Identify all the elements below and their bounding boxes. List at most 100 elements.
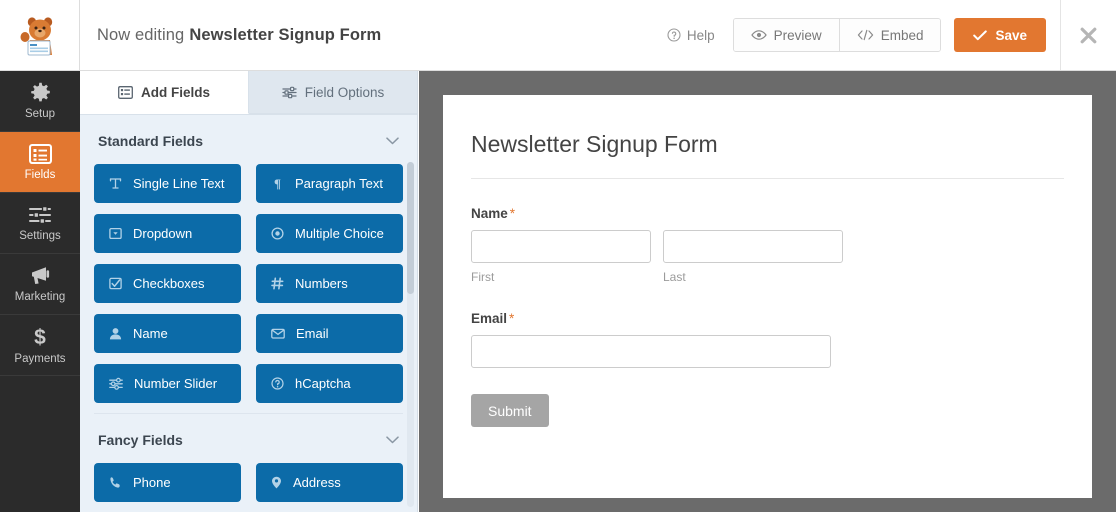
tab-field-options[interactable]: Field Options <box>249 71 417 114</box>
panel-scrollbar-thumb[interactable] <box>407 162 414 294</box>
code-icon <box>857 29 873 41</box>
field-button-checkboxes[interactable]: Checkboxes <box>94 264 241 303</box>
standard-fields-grid: Single Line Text ¶ Paragraph Text Dropdo… <box>94 164 403 403</box>
sidebar-item-payments[interactable]: $ Payments <box>0 315 80 376</box>
panel-tabs: Add Fields Field Options <box>80 71 417 115</box>
field-button-label: Checkboxes <box>133 276 205 291</box>
label-text: Email <box>471 311 508 326</box>
sidebar-item-label: Fields <box>24 168 56 181</box>
tab-label: Add Fields <box>140 84 210 100</box>
editing-prefix: Now editing <box>97 25 185 44</box>
preview-embed-group: Preview Embed <box>732 18 942 52</box>
form-field-email[interactable]: Email * <box>471 311 1064 368</box>
dollar-icon: $ <box>32 326 48 349</box>
list-icon <box>28 143 52 164</box>
hash-icon <box>271 277 284 290</box>
section-header-standard-fields[interactable]: Standard Fields <box>94 115 403 164</box>
field-button-label: Phone <box>133 475 171 490</box>
submit-button[interactable]: Submit <box>471 394 549 427</box>
field-button-email[interactable]: Email <box>256 314 403 353</box>
question-circle-icon <box>667 28 681 42</box>
field-button-label: Dropdown <box>133 226 193 241</box>
wpforms-builder: Now editing Newsletter Signup Form Help <box>0 0 1116 512</box>
question-circle-icon <box>271 377 284 390</box>
field-button-label: hCaptcha <box>295 376 351 391</box>
phone-icon <box>109 476 122 489</box>
gear-icon <box>30 82 51 103</box>
svg-text:$: $ <box>34 326 46 348</box>
required-indicator: * <box>509 206 516 221</box>
pilcrow-icon: ¶ <box>271 176 284 191</box>
sidebar-item-setup[interactable]: Setup <box>0 71 80 132</box>
chevron-down-icon <box>386 436 399 444</box>
field-button-dropdown[interactable]: Dropdown <box>94 214 241 253</box>
required-indicator: * <box>509 311 515 326</box>
section-header-fancy-fields[interactable]: Fancy Fields <box>94 413 403 463</box>
chevron-down-icon <box>386 137 399 145</box>
fields-panel: Add Fields Field Options Standard Fields <box>80 71 418 512</box>
field-button-address[interactable]: Address <box>256 463 403 502</box>
wpforms-mascot-logo <box>20 17 52 56</box>
field-button-single-line-text[interactable]: Single Line Text <box>94 164 241 203</box>
last-name-input[interactable] <box>663 230 843 263</box>
preview-label: Preview <box>773 27 822 43</box>
field-button-hcaptcha[interactable]: hCaptcha <box>256 364 403 403</box>
preview-button[interactable]: Preview <box>733 19 839 51</box>
field-button-number-slider[interactable]: Number Slider <box>94 364 241 403</box>
megaphone-icon <box>29 265 52 286</box>
field-button-label: Multiple Choice <box>295 226 384 241</box>
options-icon <box>282 86 297 98</box>
text-cursor-icon <box>109 177 122 190</box>
page-title: Now editing Newsletter Signup Form <box>80 0 649 70</box>
fields-icon <box>118 85 133 99</box>
form-field-label: Email * <box>471 311 1064 326</box>
field-button-label: Email <box>296 326 329 341</box>
tab-label: Field Options <box>304 84 385 100</box>
field-button-numbers[interactable]: Numbers <box>256 264 403 303</box>
save-button[interactable]: Save <box>954 18 1046 52</box>
sidebar-item-settings[interactable]: Settings <box>0 193 80 254</box>
panel-scrollbar-track[interactable] <box>407 162 414 507</box>
embed-button[interactable]: Embed <box>838 19 941 51</box>
field-button-label: Numbers <box>295 276 348 291</box>
sliders-icon <box>28 205 52 225</box>
field-button-label: Paragraph Text <box>295 176 383 191</box>
field-button-paragraph-text[interactable]: ¶ Paragraph Text <box>256 164 403 203</box>
help-button[interactable]: Help <box>649 0 733 70</box>
field-button-phone[interactable]: Phone <box>94 463 241 502</box>
label-text: Name <box>471 206 508 221</box>
first-name-input[interactable] <box>471 230 651 263</box>
field-button-multiple-choice[interactable]: Multiple Choice <box>256 214 403 253</box>
user-icon <box>109 327 122 340</box>
field-button-name[interactable]: Name <box>94 314 241 353</box>
name-subfield-row: First Last <box>471 230 1064 284</box>
field-button-label: Single Line Text <box>133 176 225 191</box>
close-icon <box>1080 27 1097 43</box>
map-pin-icon <box>271 476 282 489</box>
form-title-divider <box>471 178 1064 179</box>
form-preview-card: Newsletter Signup Form Name* First Last <box>443 95 1092 498</box>
tab-add-fields[interactable]: Add Fields <box>80 71 249 114</box>
form-name: Newsletter Signup Form <box>189 25 382 44</box>
sublabel-last: Last <box>663 270 686 284</box>
header-actions: Help Preview Embed Save <box>649 0 1116 70</box>
field-button-label: Number Slider <box>134 376 218 391</box>
svg-text:¶: ¶ <box>274 177 281 190</box>
sidebar-item-fields[interactable]: Fields <box>0 132 80 193</box>
close-button[interactable] <box>1060 0 1116 70</box>
email-input[interactable] <box>471 335 831 368</box>
checkbox-icon <box>109 277 122 290</box>
dropdown-icon <box>109 227 122 240</box>
help-label: Help <box>686 27 715 43</box>
slider-icon <box>109 377 123 390</box>
sidebar-item-marketing[interactable]: Marketing <box>0 254 80 315</box>
save-label: Save <box>995 27 1027 43</box>
section-title: Standard Fields <box>98 133 204 149</box>
form-field-name[interactable]: Name * First Last <box>471 206 1064 284</box>
sidebar-item-label: Settings <box>19 229 61 242</box>
envelope-icon <box>271 327 285 340</box>
check-icon <box>973 29 988 40</box>
form-preview-title: Newsletter Signup Form <box>471 131 718 157</box>
eye-icon <box>750 30 767 40</box>
field-button-label: Name <box>133 326 168 341</box>
